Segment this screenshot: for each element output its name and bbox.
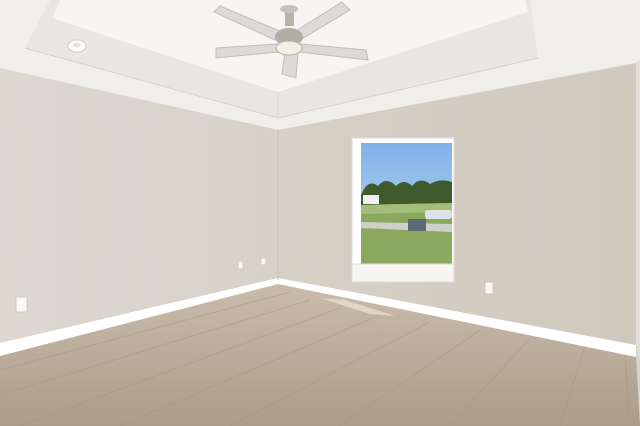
room-photo [0, 0, 640, 426]
outlet-right-wall [484, 281, 494, 295]
outlet-left-corner-2 [260, 257, 267, 266]
right-corner-wall [636, 60, 640, 360]
window [351, 137, 455, 283]
outlet-left-wall [15, 296, 28, 313]
room-illustration [0, 0, 640, 426]
smoke-detector [67, 39, 87, 53]
outlet-left-corner-1 [237, 260, 244, 270]
